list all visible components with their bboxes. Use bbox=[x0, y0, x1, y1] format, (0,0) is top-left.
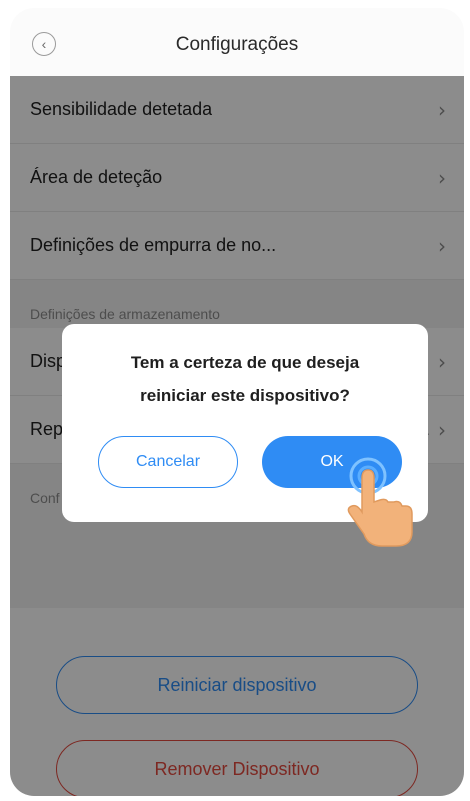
dialog-message-line1: Tem a certeza de que deseja bbox=[130, 353, 360, 372]
page-title: Configurações bbox=[175, 34, 299, 55]
dialog-message-line2: reiniciar este dispositivo? bbox=[140, 386, 350, 405]
back-button[interactable]: ‹ bbox=[32, 32, 56, 56]
cancel-button[interactable]: Cancelar bbox=[98, 436, 238, 488]
chevron-left-icon: ‹ bbox=[41, 36, 47, 52]
tap-hand-icon bbox=[347, 457, 413, 547]
phone-screen: ‹ Configurações Sensibilidade detetada ›… bbox=[10, 8, 464, 796]
top-bar: ‹ Configurações bbox=[10, 8, 464, 76]
dialog-message: Tem a certeza de que deseja reiniciar es… bbox=[62, 346, 428, 412]
